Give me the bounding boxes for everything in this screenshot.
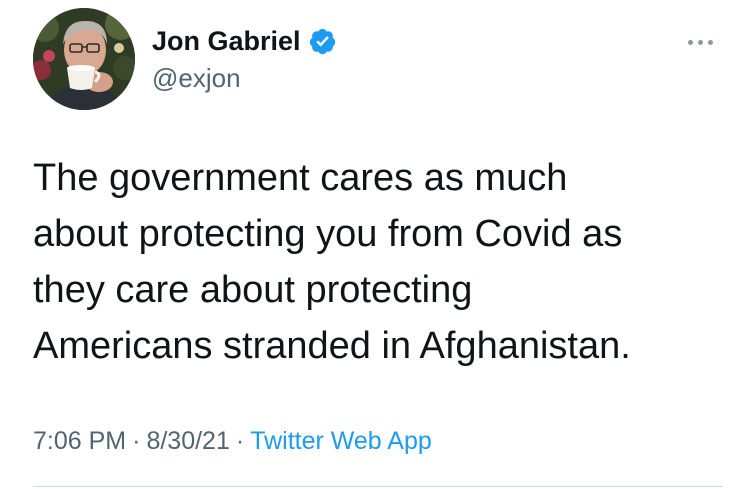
avatar[interactable]: [33, 8, 135, 110]
author-handle[interactable]: @exjon: [152, 61, 241, 95]
tweet-text: The government cares as much about prote…: [33, 157, 631, 367]
more-dot: [697, 39, 703, 45]
divider: [33, 486, 723, 487]
tweet-source-link[interactable]: Twitter Web App: [250, 427, 432, 455]
tweet-card: Jon Gabriel @exjon The government cares …: [0, 0, 750, 489]
author-name-row: Jon Gabriel: [152, 23, 337, 59]
meta-separator: ·: [235, 427, 245, 455]
tweet-date[interactable]: 8/30/21: [146, 427, 229, 455]
tweet-meta: 7:06 PM · 8/30/21 · Twitter Web App: [33, 424, 432, 458]
more-horizontal-icon[interactable]: [680, 32, 720, 52]
more-dot: [687, 39, 693, 45]
verified-badge-icon: [308, 27, 337, 56]
meta-separator: ·: [132, 427, 141, 455]
author-display-name[interactable]: Jon Gabriel: [152, 23, 301, 59]
more-dot: [707, 39, 713, 45]
tweet-time[interactable]: 7:06 PM: [33, 427, 126, 455]
